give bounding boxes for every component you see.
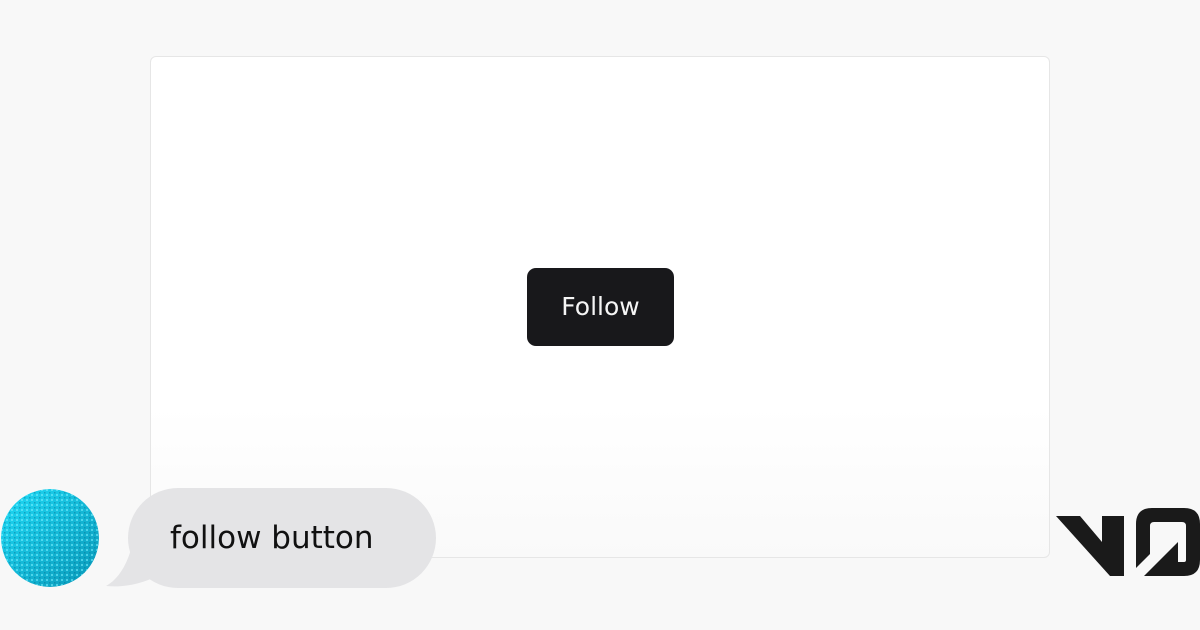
avatar-pattern-icon — [1, 489, 99, 587]
chat-message-text: follow button — [170, 520, 374, 556]
preview-canvas: Follow — [150, 56, 1050, 558]
follow-button[interactable]: Follow — [527, 268, 674, 346]
user-avatar — [1, 489, 99, 587]
v0-logo-icon — [1054, 504, 1200, 578]
